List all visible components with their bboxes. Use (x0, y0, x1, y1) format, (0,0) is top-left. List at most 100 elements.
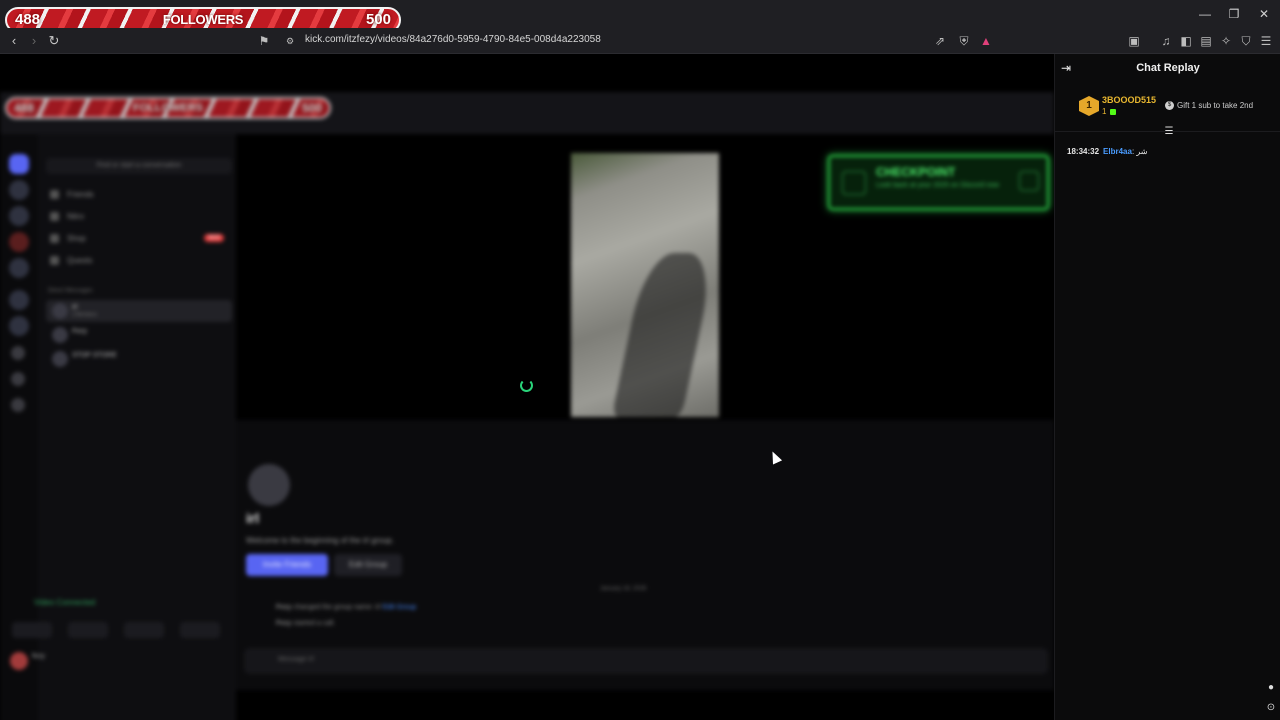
nav-label: Shop (67, 234, 86, 243)
voice-panel: Video Connected (4, 590, 232, 642)
friends-icon (50, 190, 59, 200)
screen-share-icon (68, 622, 108, 638)
quests-icon (50, 256, 59, 266)
vpn-icon[interactable]: ⛉ (1238, 33, 1254, 49)
camera-icon (12, 622, 52, 638)
sys-user: Fezy (276, 620, 292, 627)
video-player[interactable]: 488 FOLLOWERS 500 Find or start a conver… (0, 54, 1054, 720)
dm-item: Fezy (46, 324, 232, 346)
avatar (52, 303, 68, 319)
rank-badge: 1 (1079, 96, 1099, 116)
discord-home-icon (9, 154, 29, 174)
inner-followers-label: FOLLOWERS (132, 102, 204, 114)
reload-icon[interactable]: ↻ (46, 33, 62, 49)
server-icon (9, 258, 29, 278)
edit-group-button: Edit Group (334, 554, 402, 576)
dm-name: irl (72, 304, 78, 311)
avatar (52, 327, 68, 343)
sys-text: changed the group name: irl (293, 604, 381, 611)
checkpoint-title: CHECKPOINT (876, 165, 956, 179)
share-icon[interactable]: ⇗ (932, 33, 948, 49)
sys-link: Edit Group (382, 604, 417, 611)
new-badge: NEW (204, 234, 224, 242)
chat-timestamp: 18:34:32 (1067, 147, 1100, 156)
avatar (52, 351, 68, 367)
dm-section-header: Direct Messages (48, 288, 93, 294)
forward-icon[interactable]: › (26, 33, 42, 49)
checkpoint-sub: Look back at your 2025 on Discord now (876, 182, 999, 189)
brave-shield-icon[interactable]: ⛨ (956, 33, 972, 49)
sys-text: started a call. (293, 620, 336, 627)
system-message: Fezy changed the group name: irl Edit Gr… (276, 604, 416, 611)
leo-ai-icon[interactable]: ✧ (1218, 33, 1234, 49)
invite-friends-button: Invite Friends (246, 554, 328, 576)
nitro-icon (50, 212, 59, 222)
restore-button[interactable]: ❐ (1224, 6, 1244, 22)
dm-sub: 3 Members (72, 312, 98, 318)
nav-label: Nitro (67, 212, 84, 221)
wallet-icon[interactable]: ▤ (1198, 33, 1214, 49)
server-icon (9, 232, 29, 252)
server-icon (9, 290, 29, 310)
rewards-icon[interactable]: ▲ (978, 33, 994, 49)
discord-nav-quests: Quests (50, 256, 93, 266)
soundboard-icon (180, 622, 220, 638)
dm-item: irl 3 Members (46, 300, 232, 322)
message-placeholder: Message irl (278, 656, 314, 663)
browser-toolbar: ‹ › ↻ ⚑ ⚙ kick.com/itzfezy/videos/84a276… (0, 28, 1280, 54)
filter-icon[interactable]: ☰ (1163, 126, 1175, 138)
loading-spinner-icon (520, 379, 533, 392)
server-icon (9, 316, 29, 336)
avatar (10, 652, 28, 670)
media-icon[interactable]: ♫ (1158, 33, 1174, 49)
nav-label: Friends (67, 190, 94, 199)
close-button[interactable]: ✕ (1254, 6, 1274, 22)
menu-icon[interactable]: ☰ (1258, 33, 1274, 49)
chat-replay-panel: ⇥ Chat Replay 1 3BOOOD515 1 $ Gift 1 sub… (1054, 54, 1280, 720)
discord-nav-nitro: Nitro (50, 212, 84, 222)
top-gifter-username[interactable]: 3BOOOD515 (1102, 95, 1156, 105)
voice-status: Video Connected (34, 598, 96, 607)
user-name: fezy (32, 653, 45, 660)
activity-icon (124, 622, 164, 638)
inner-followers-goal: 500 (301, 101, 322, 115)
dm-name: STOP STORE (72, 352, 117, 359)
checkpoint-banner: CHECKPOINT Look back at your 2025 on Dis… (828, 155, 1049, 210)
arrow-right-icon (1019, 171, 1039, 191)
server-icon (9, 206, 29, 226)
discord-nav-friends: Friends (50, 190, 94, 200)
back-icon[interactable]: ‹ (6, 33, 22, 49)
site-info-icon[interactable]: ⚙ (282, 33, 298, 49)
discover-icon (11, 372, 25, 386)
discord-nav-shop: Shop (50, 234, 86, 244)
chat-username[interactable]: Elbr4aa (1103, 147, 1132, 156)
dm-name: Fezy (72, 328, 88, 335)
user-panel: fezy (6, 648, 232, 674)
server-icon (9, 180, 29, 200)
minimize-button[interactable]: — (1195, 6, 1215, 22)
settings-icon[interactable]: ⊙ (1265, 702, 1277, 714)
chat-title: Chat Replay (1136, 62, 1200, 74)
top-gifter-count: 1 (1102, 107, 1107, 116)
inner-followers-overlay: 488 FOLLOWERS 500 (5, 97, 331, 119)
bookmark-icon[interactable]: ⚑ (256, 33, 272, 49)
gift-prompt[interactable]: Gift 1 sub to take 2nd (1177, 101, 1253, 110)
chat-text: : شر (1131, 147, 1148, 156)
download-icon (11, 398, 25, 412)
group-avatar (248, 464, 290, 506)
webcam-feed (571, 153, 719, 417)
sys-user: Fezy (276, 604, 292, 611)
screenshot-icon[interactable]: ▣ (1126, 33, 1142, 49)
dm-item: STOP STORE (46, 348, 232, 370)
nav-label: Quests (67, 256, 93, 265)
add-server-icon (11, 346, 25, 360)
microphone-icon[interactable]: ● (1265, 682, 1277, 694)
sub-gift-icon (1110, 109, 1116, 115)
sidebar-icon[interactable]: ◧ (1178, 33, 1194, 49)
chat-message: 18:34:32 Elbr4aa: شر (1067, 147, 1148, 156)
address-bar[interactable]: kick.com/itzfezy/videos/84a276d0-5959-47… (305, 34, 601, 45)
system-message: Fezy started a call. (276, 620, 335, 627)
shop-icon (50, 234, 59, 244)
date-divider: January 18, 2026 (600, 586, 647, 592)
discord-message-box: Message irl (244, 648, 1048, 674)
